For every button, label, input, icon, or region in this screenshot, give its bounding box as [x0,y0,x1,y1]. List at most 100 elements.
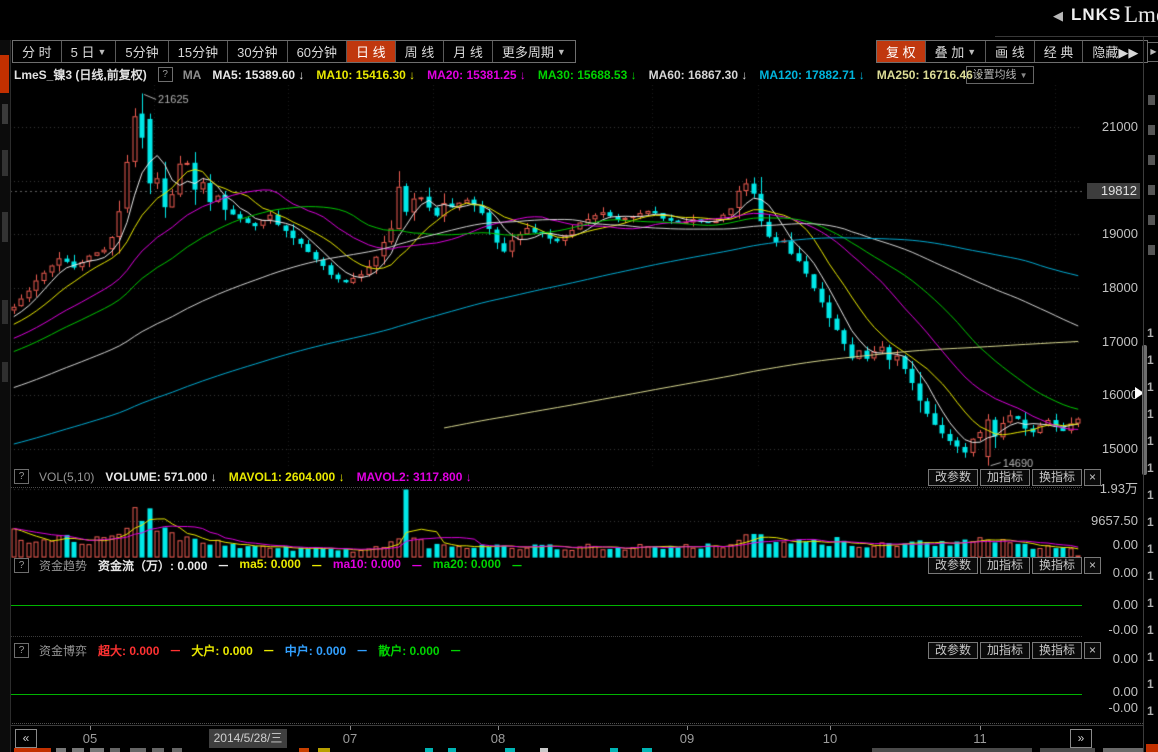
ma-value-5: MA120: 17882.71 ↓ [759,68,864,82]
period-button-5[interactable]: 60分钟 [288,41,347,62]
volume-button-2[interactable]: 换指标 [1032,469,1082,486]
fund-trend-field-0: 资金流（万）: 0.000 [98,557,207,574]
period-button-3[interactable]: 15分钟 [169,41,228,62]
fund-trend-button-1[interactable]: 加指标 [980,557,1030,574]
tick-mark [980,726,981,730]
period-button-4[interactable]: 30分钟 [228,41,287,62]
fund-game-indicator-name[interactable]: 资金博弈 [39,642,87,659]
period-button-4-label: 30分钟 [237,42,277,61]
cropped-quote-digit: 1 [1147,488,1154,502]
time-axis-label: 07 [343,731,357,746]
cropped-ui-fragment [505,748,515,752]
help-icon[interactable]: ? [158,67,173,82]
cropped-ui-fragment [448,748,456,752]
fund-trend-panel-buttons: 改参数加指标换指标× [928,557,1101,574]
period-button-0[interactable]: 分 时 [13,41,62,62]
help-icon[interactable]: ? [14,558,29,573]
price-axis-label: 19000 [1084,227,1138,241]
cropped-quote-digit: 1 [1147,704,1154,718]
fund-game-button-2[interactable]: 换指标 [1032,642,1082,659]
ticker-code[interactable]: LNKS [1071,5,1121,25]
fund-trend-field-2-dash: － [411,557,423,574]
price-axis-label: 18000 [1084,281,1138,295]
help-icon[interactable]: ? [14,643,29,658]
cropped-quote-digit: 1 [1147,623,1154,637]
cropped-ui-fragment [110,748,120,752]
fund-game-button-0[interactable]: 改参数 [928,642,978,659]
tool-button-4-label: 隐藏▶▶ [1092,42,1138,61]
cropped-quote-digit: 1 [1147,353,1154,367]
volume-chart-canvas[interactable] [10,488,1082,558]
period-button-7[interactable]: 周 线 [396,41,445,62]
period-button-7-label: 周 线 [405,42,435,61]
fund-game-field-0-dash: － [169,642,181,659]
fund-trend-button-0[interactable]: 改参数 [928,557,978,574]
help-icon[interactable]: ? [14,469,29,484]
cropped-quote-digit: 1 [1147,650,1154,664]
cropped-ui-fragment [425,748,433,752]
cropped-ui-fragment [1040,748,1095,752]
volume-values: VOLUME: 571.000 ↓MAVOL1: 2604.000 ↓MAVOL… [105,470,471,484]
tick-mark [830,726,831,730]
volume-button-1[interactable]: 加指标 [980,469,1030,486]
sub-axis-label: 1.93万 [1084,482,1138,496]
fund-game-field-2-dash: － [356,642,368,659]
tool-button-2[interactable]: 画 线 [986,41,1035,62]
fund-trend-indicator-name[interactable]: 资金趋势 [39,557,87,574]
period-button-8[interactable]: 月 线 [444,41,493,62]
ma-value-2: MA20: 15381.25 ↓ [427,68,526,82]
scroll-right-button[interactable]: » [1070,729,1092,748]
volume-button-0[interactable]: 改参数 [928,469,978,486]
collapse-panel-icon[interactable]: ▶ [1147,42,1158,62]
fund-trend-field-1: ma5: 0.000 [239,557,300,574]
ma-value-3: MA30: 15688.53 ↓ [538,68,637,82]
cropped-quote-digit: 1 [1147,569,1154,583]
chevron-down-icon: ▼ [967,47,976,57]
back-arrow-icon[interactable]: ◀ [1053,8,1063,24]
set-ma-button[interactable]: 设置均线 ▼ [966,66,1034,84]
cropped-quote-digit: 1 [1147,515,1154,529]
cropped-ui-fragment [152,748,164,752]
fund-trend-field-3-dash: － [511,557,523,574]
volume-indicator-name[interactable]: VOL(5,10) [39,470,94,484]
tool-button-2-label: 画 线 [995,42,1025,61]
fund-trend-field-1-dash: － [311,557,323,574]
sub-axis-label: 0.00 [1084,598,1138,612]
time-axis-label: 11 [973,731,987,746]
tool-button-0[interactable]: 复 权 [877,41,926,62]
ma-values: MA5: 15389.60 ↓MA10: 15416.30 ↓MA20: 153… [212,68,982,82]
cropped-ui-fragment [299,748,309,752]
time-axis-label: 09 [680,731,694,746]
cropped-quote-digit: 1 [1147,380,1154,394]
main-chart-canvas[interactable] [10,85,1082,467]
divider [995,36,1158,37]
tool-button-3[interactable]: 经 典 [1035,41,1084,62]
cropped-ui-fragment [1103,748,1143,752]
sub-axis-label: 0.00 [1084,538,1138,552]
fund-trend-values: 资金流（万）: 0.000－ma5: 0.000－ma10: 0.000－ma2… [98,557,523,574]
scroll-left-button[interactable]: « [15,729,37,748]
period-button-0-label: 分 时 [22,42,52,61]
cropped-quote-digit: 1 [1147,461,1154,475]
ma-prefix-label: MA [183,68,202,82]
divider [10,636,1082,637]
volume-field-2: MAVOL2: 3117.800 ↓ [357,470,472,484]
cropped-ui-fragment [172,748,182,752]
period-button-1[interactable]: 5 日▼ [62,41,117,62]
price-axis-label: 16000 [1084,388,1138,402]
tool-button-1[interactable]: 叠 加▼ [926,41,987,62]
fund-trend-field-3: ma20: 0.000 [433,557,501,574]
fund-trend-button-2[interactable]: 换指标 [1032,557,1082,574]
cropped-ui-fragment [318,748,330,752]
period-button-2[interactable]: 5分钟 [116,41,168,62]
tool-button-4[interactable]: 隐藏▶▶ [1083,41,1147,62]
period-button-6[interactable]: 日 线 [347,41,396,62]
period-button-9-label: 更多周期 [502,42,554,61]
period-button-9[interactable]: 更多周期▼ [493,41,575,62]
cropped-ui-fragment [540,748,548,752]
cropped-quote-digit: 1 [1147,542,1154,556]
period-button-2-label: 5分钟 [125,42,158,61]
divider [0,725,1143,726]
fund-game-button-1[interactable]: 加指标 [980,642,1030,659]
sub-axis-label: 0.00 [1084,685,1138,699]
